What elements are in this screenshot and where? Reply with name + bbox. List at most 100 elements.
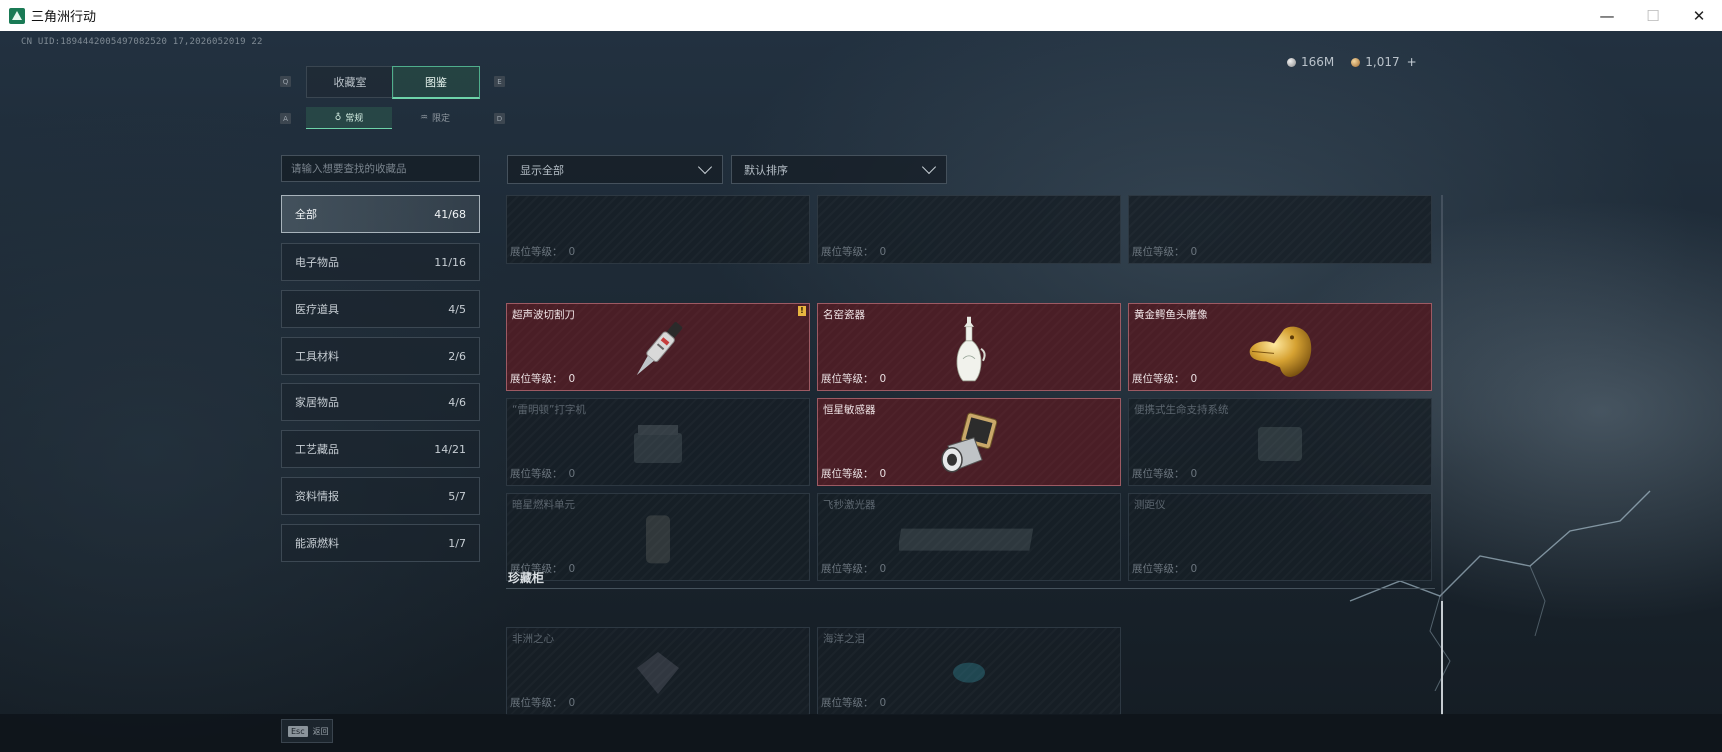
card-name: 黄金鳄鱼头雕像 [1134, 309, 1208, 321]
sort-dropdown[interactable]: 默认排序 [731, 155, 947, 184]
card-level: 展位等级： 0 [821, 373, 887, 385]
category-count: 5/7 [448, 489, 466, 503]
subtab-limited-label: 限定 [432, 114, 451, 124]
collection-card-heart-of-africa[interactable]: 非洲之心 展位等级： 0 [506, 627, 810, 715]
collection-card[interactable]: 展位等级： 0 [506, 195, 810, 264]
category-count: 4/5 [448, 302, 466, 316]
category-intel[interactable]: 资料情报 5/7 [281, 477, 480, 515]
category-label: 全部 [295, 208, 317, 221]
silver-coin-icon [1287, 57, 1296, 67]
laser-icon [899, 528, 1034, 551]
collection-search-input[interactable] [281, 155, 480, 182]
typewriter-icon [634, 425, 682, 463]
category-label: 能源燃料 [295, 537, 339, 550]
tab-codex-label: 图鉴 [425, 76, 447, 89]
card-level: 展位等级： 0 [1132, 373, 1198, 385]
collection-card-rangefinder[interactable]: 测距仪 展位等级： 0 [1128, 493, 1432, 581]
card-name: 名窑瓷器 [823, 309, 865, 321]
category-label: 家居物品 [295, 396, 339, 409]
card-level: 展位等级： 0 [821, 246, 887, 258]
display-filter-value: 显示全部 [520, 163, 564, 177]
card-level: 展位等级： 0 [1132, 246, 1198, 258]
category-home[interactable]: 家居物品 4/6 [281, 383, 480, 421]
collection-card-femtosecond-laser[interactable]: 飞秒激光器 展位等级： 0 [817, 493, 1121, 581]
card-name: 恒星敏感器 [823, 404, 876, 416]
category-all[interactable]: 全部 41/68 [281, 195, 480, 233]
card-level: 展位等级： 0 [510, 697, 576, 709]
limited-icon: ♒ [419, 112, 429, 123]
star-sensor-icon [941, 412, 998, 473]
window-titlebar: 三角洲行动 — ☐ ✕ [0, 0, 1722, 32]
card-level: 展位等级： 0 [510, 373, 576, 385]
category-crafts[interactable]: 工艺藏品 14/21 [281, 430, 480, 468]
knife-icon [636, 322, 683, 376]
chevron-down-icon [921, 159, 937, 175]
gold-amount: 1,017 [1365, 55, 1400, 69]
life-support-icon [1258, 427, 1302, 461]
maximize-button[interactable]: ☐ [1630, 0, 1676, 31]
player-uid: CN UID:1894442005497082520 17,2026052019… [21, 37, 263, 47]
category-label: 电子物品 [295, 256, 339, 269]
grid-scrollbar-thumb[interactable] [1441, 601, 1443, 715]
category-label: 资料情报 [295, 490, 339, 503]
app-logo-icon [9, 7, 25, 24]
card-name: 暗星燃料单元 [512, 499, 575, 511]
category-medical[interactable]: 医疗道具 4/5 [281, 290, 480, 328]
game-viewport: CN UID:1894442005497082520 17,2026052019… [0, 31, 1722, 752]
collection-card-tear-of-ocean[interactable]: 海洋之泪 展位等级： 0 [817, 627, 1121, 715]
chevron-down-icon [697, 159, 713, 175]
window-title: 三角洲行动 [31, 10, 97, 25]
category-count: 14/21 [434, 442, 466, 456]
new-badge: ! [798, 306, 806, 316]
vase-icon [956, 316, 986, 382]
diamond-icon [637, 652, 679, 694]
card-name: 便携式生命支持系统 [1134, 404, 1229, 416]
esc-key-hint: Esc [288, 725, 308, 737]
subtab-left-key-hint: A [280, 113, 291, 124]
subtab-regular[interactable]: ♁ 常规 [306, 107, 392, 129]
card-name: 测距仪 [1134, 499, 1166, 511]
collection-card-fuel-cell[interactable]: 暗星燃料单元 展位等级： 0 [506, 493, 810, 581]
card-name: 飞秒激光器 [823, 499, 876, 511]
card-name: 非洲之心 [512, 633, 554, 645]
gold-coin-icon [1351, 57, 1361, 67]
category-tools[interactable]: 工具材料 2/6 [281, 337, 480, 375]
category-count: 11/16 [434, 255, 466, 269]
card-level: 展位等级： 0 [821, 468, 887, 480]
sort-value: 默认排序 [744, 163, 788, 177]
collection-card-star-sensor[interactable]: 恒星敏感器 展位等级： 0 [817, 398, 1121, 486]
collection-card-life-support[interactable]: 便携式生命支持系统 展位等级： 0 [1128, 398, 1432, 486]
minimize-button[interactable]: — [1584, 0, 1630, 31]
tab-collection-room[interactable]: 收藏室 [306, 66, 394, 98]
collection-card-ultrasonic-knife[interactable]: 超声波切割刀 ! 展位等级： 0 [506, 303, 810, 391]
collection-card[interactable]: 展位等级： 0 [817, 195, 1121, 264]
card-level: 展位等级： 0 [510, 246, 576, 258]
close-button[interactable]: ✕ [1676, 0, 1722, 31]
category-label: 工艺藏品 [295, 443, 339, 456]
bottom-bar [0, 714, 1722, 752]
fuel-cell-icon [646, 515, 670, 564]
subtab-regular-label: 常规 [345, 114, 364, 124]
tab-codex[interactable]: 图鉴 [392, 66, 480, 99]
back-button[interactable]: Esc 返回 [281, 719, 333, 743]
category-electronics[interactable]: 电子物品 11/16 [281, 243, 480, 281]
collection-card-typewriter[interactable]: “雷明顿”打字机 展位等级： 0 [506, 398, 810, 486]
category-count: 4/6 [448, 395, 466, 409]
collection-grid: 展位等级： 0 展位等级： 0 展位等级： 0 超声波切割刀 ! 展位等级： 0… [506, 195, 1442, 715]
add-currency-button[interactable]: + [1407, 55, 1417, 69]
tab-right-key-hint: E [494, 76, 505, 87]
display-filter-dropdown[interactable]: 显示全部 [507, 155, 723, 184]
category-fuel[interactable]: 能源燃料 1/7 [281, 524, 480, 562]
card-name: 海洋之泪 [823, 633, 865, 645]
subtab-limited[interactable]: ♒ 限定 [392, 107, 478, 128]
card-level: 展位等级： 0 [510, 468, 576, 480]
collection-card-famous-porcelain[interactable]: 名窑瓷器 展位等级： 0 [817, 303, 1121, 391]
category-count: 1/7 [448, 536, 466, 550]
collection-card[interactable]: 展位等级： 0 [1128, 195, 1432, 264]
silver-amount: 166M [1301, 55, 1335, 69]
subtab-right-key-hint: D [494, 113, 505, 124]
collection-card-gold-crocodile[interactable]: 黄金鳄鱼头雕像 展位等级： 0 [1128, 303, 1432, 391]
section-title-treasure-cabinet: 珍藏柜 [508, 571, 545, 585]
gem-icon [953, 662, 985, 683]
gold-crocodile-icon [1249, 326, 1312, 377]
